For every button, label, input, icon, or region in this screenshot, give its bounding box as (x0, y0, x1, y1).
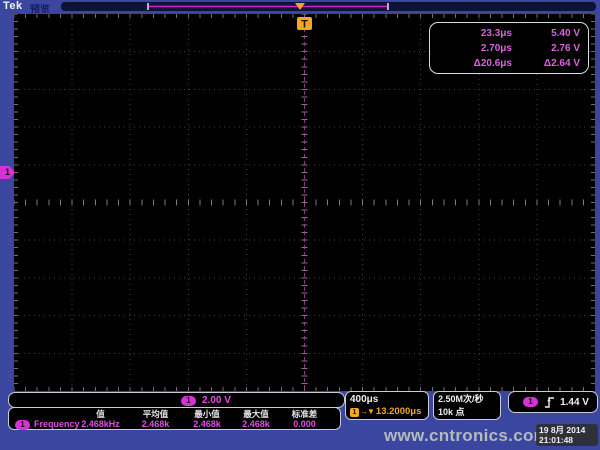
channel1-readout-button[interactable]: 1 2.00 V (8, 392, 345, 408)
channel1-badge: 1 (181, 396, 196, 406)
measurement-header-max: 最大值 (231, 409, 281, 419)
tek-logo: Tek (3, 0, 23, 12)
rising-edge-icon (544, 396, 555, 409)
watermark: www.cntronics.com (384, 426, 549, 446)
cursor-a-time: 23.3μs (432, 26, 512, 41)
datetime-box: 19 8月 2014 21:01:48 (536, 424, 598, 446)
time-value: 21:01:48 (539, 435, 595, 445)
measurement-header-blank (11, 409, 73, 419)
delay-arrows-icon: →▼ (360, 406, 374, 418)
measurement-header-min: 最小值 (183, 409, 231, 419)
svg-text:T: T (301, 19, 308, 31)
sample-rate-value: 2.50M次/秒 (438, 393, 496, 406)
cursor-delta-voltage: Δ2.64 V (512, 56, 580, 71)
measurement-header-stddev: 标准差 (281, 409, 328, 419)
cursor-a-voltage: 5.40 V (512, 26, 580, 41)
measurement-max: 2.468k (231, 419, 281, 430)
cursor-delta-time: Δ20.6μs (432, 56, 512, 71)
trigger-level-value: 1.44 V (560, 397, 589, 408)
horizontal-readout-button[interactable]: 400μs 1 →▼ 13.2000μs (345, 391, 429, 420)
measurement-header-value: 值 (73, 409, 128, 419)
trigger-readout-button[interactable]: 1 1.44 V (508, 391, 598, 413)
horizontal-delay-row: 1 →▼ 13.2000μs (350, 406, 424, 418)
measurement-grid: 值 平均值 最小值 最大值 标准差 1 Frequency 2.468kHz 2… (11, 409, 340, 430)
record-view-strip[interactable] (61, 2, 596, 11)
measurement-channel-badge: 1 (15, 420, 30, 430)
cursor-delta-row: Δ20.6μs Δ2.64 V (430, 56, 580, 71)
acquisition-readout-button[interactable]: 2.50M次/秒 10k 点 (433, 391, 501, 420)
horizontal-scale-value: 400μs (350, 393, 424, 406)
horizontal-delay-value: 13.2000μs (376, 406, 421, 418)
trigger-source-badge: 1 (523, 397, 538, 407)
measurement-stddev: 0.000 (281, 419, 328, 430)
cursor-b-row: 2.70μs 2.76 V (430, 41, 580, 56)
measurement-value: 2.468kHz (73, 419, 128, 430)
cursor-b-time: 2.70μs (432, 41, 512, 56)
cursor-readout-box: 23.3μs 5.40 V 2.70μs 2.76 V Δ20.6μs Δ2.6… (429, 22, 589, 74)
measurement-mean: 2.468k (128, 419, 183, 430)
date-value: 19 8月 2014 (539, 425, 595, 435)
record-window-line (148, 6, 388, 7)
delay-source-badge: 1 (350, 408, 359, 417)
graticule: T 23.3μs 5.40 V 2.70μs 2.76 V Δ20.6μs Δ2… (13, 13, 596, 392)
record-length-value: 10k 点 (438, 406, 496, 419)
cursor-a-row: 23.3μs 5.40 V (430, 26, 580, 41)
oscilloscope-screen: Tek 预览 T 23.3μs 5.40 V 2.70μs 2.76 V Δ20… (0, 0, 600, 450)
window-bracket-right-icon (387, 3, 389, 10)
cursor-b-voltage: 2.76 V (512, 41, 580, 56)
measurement-min: 2.468k (183, 419, 231, 430)
measurement-header-mean: 平均值 (128, 409, 183, 419)
window-bracket-left-icon (147, 3, 149, 10)
trigger-position-flag-icon[interactable] (295, 3, 305, 10)
measurement-table[interactable]: 值 平均值 最小值 最大值 标准差 1 Frequency 2.468kHz 2… (8, 407, 341, 430)
channel1-scale-value: 2.00 V (202, 395, 231, 406)
measurement-name-cell: 1 Frequency (11, 419, 73, 430)
top-status-bar: Tek 预览 (0, 0, 600, 13)
